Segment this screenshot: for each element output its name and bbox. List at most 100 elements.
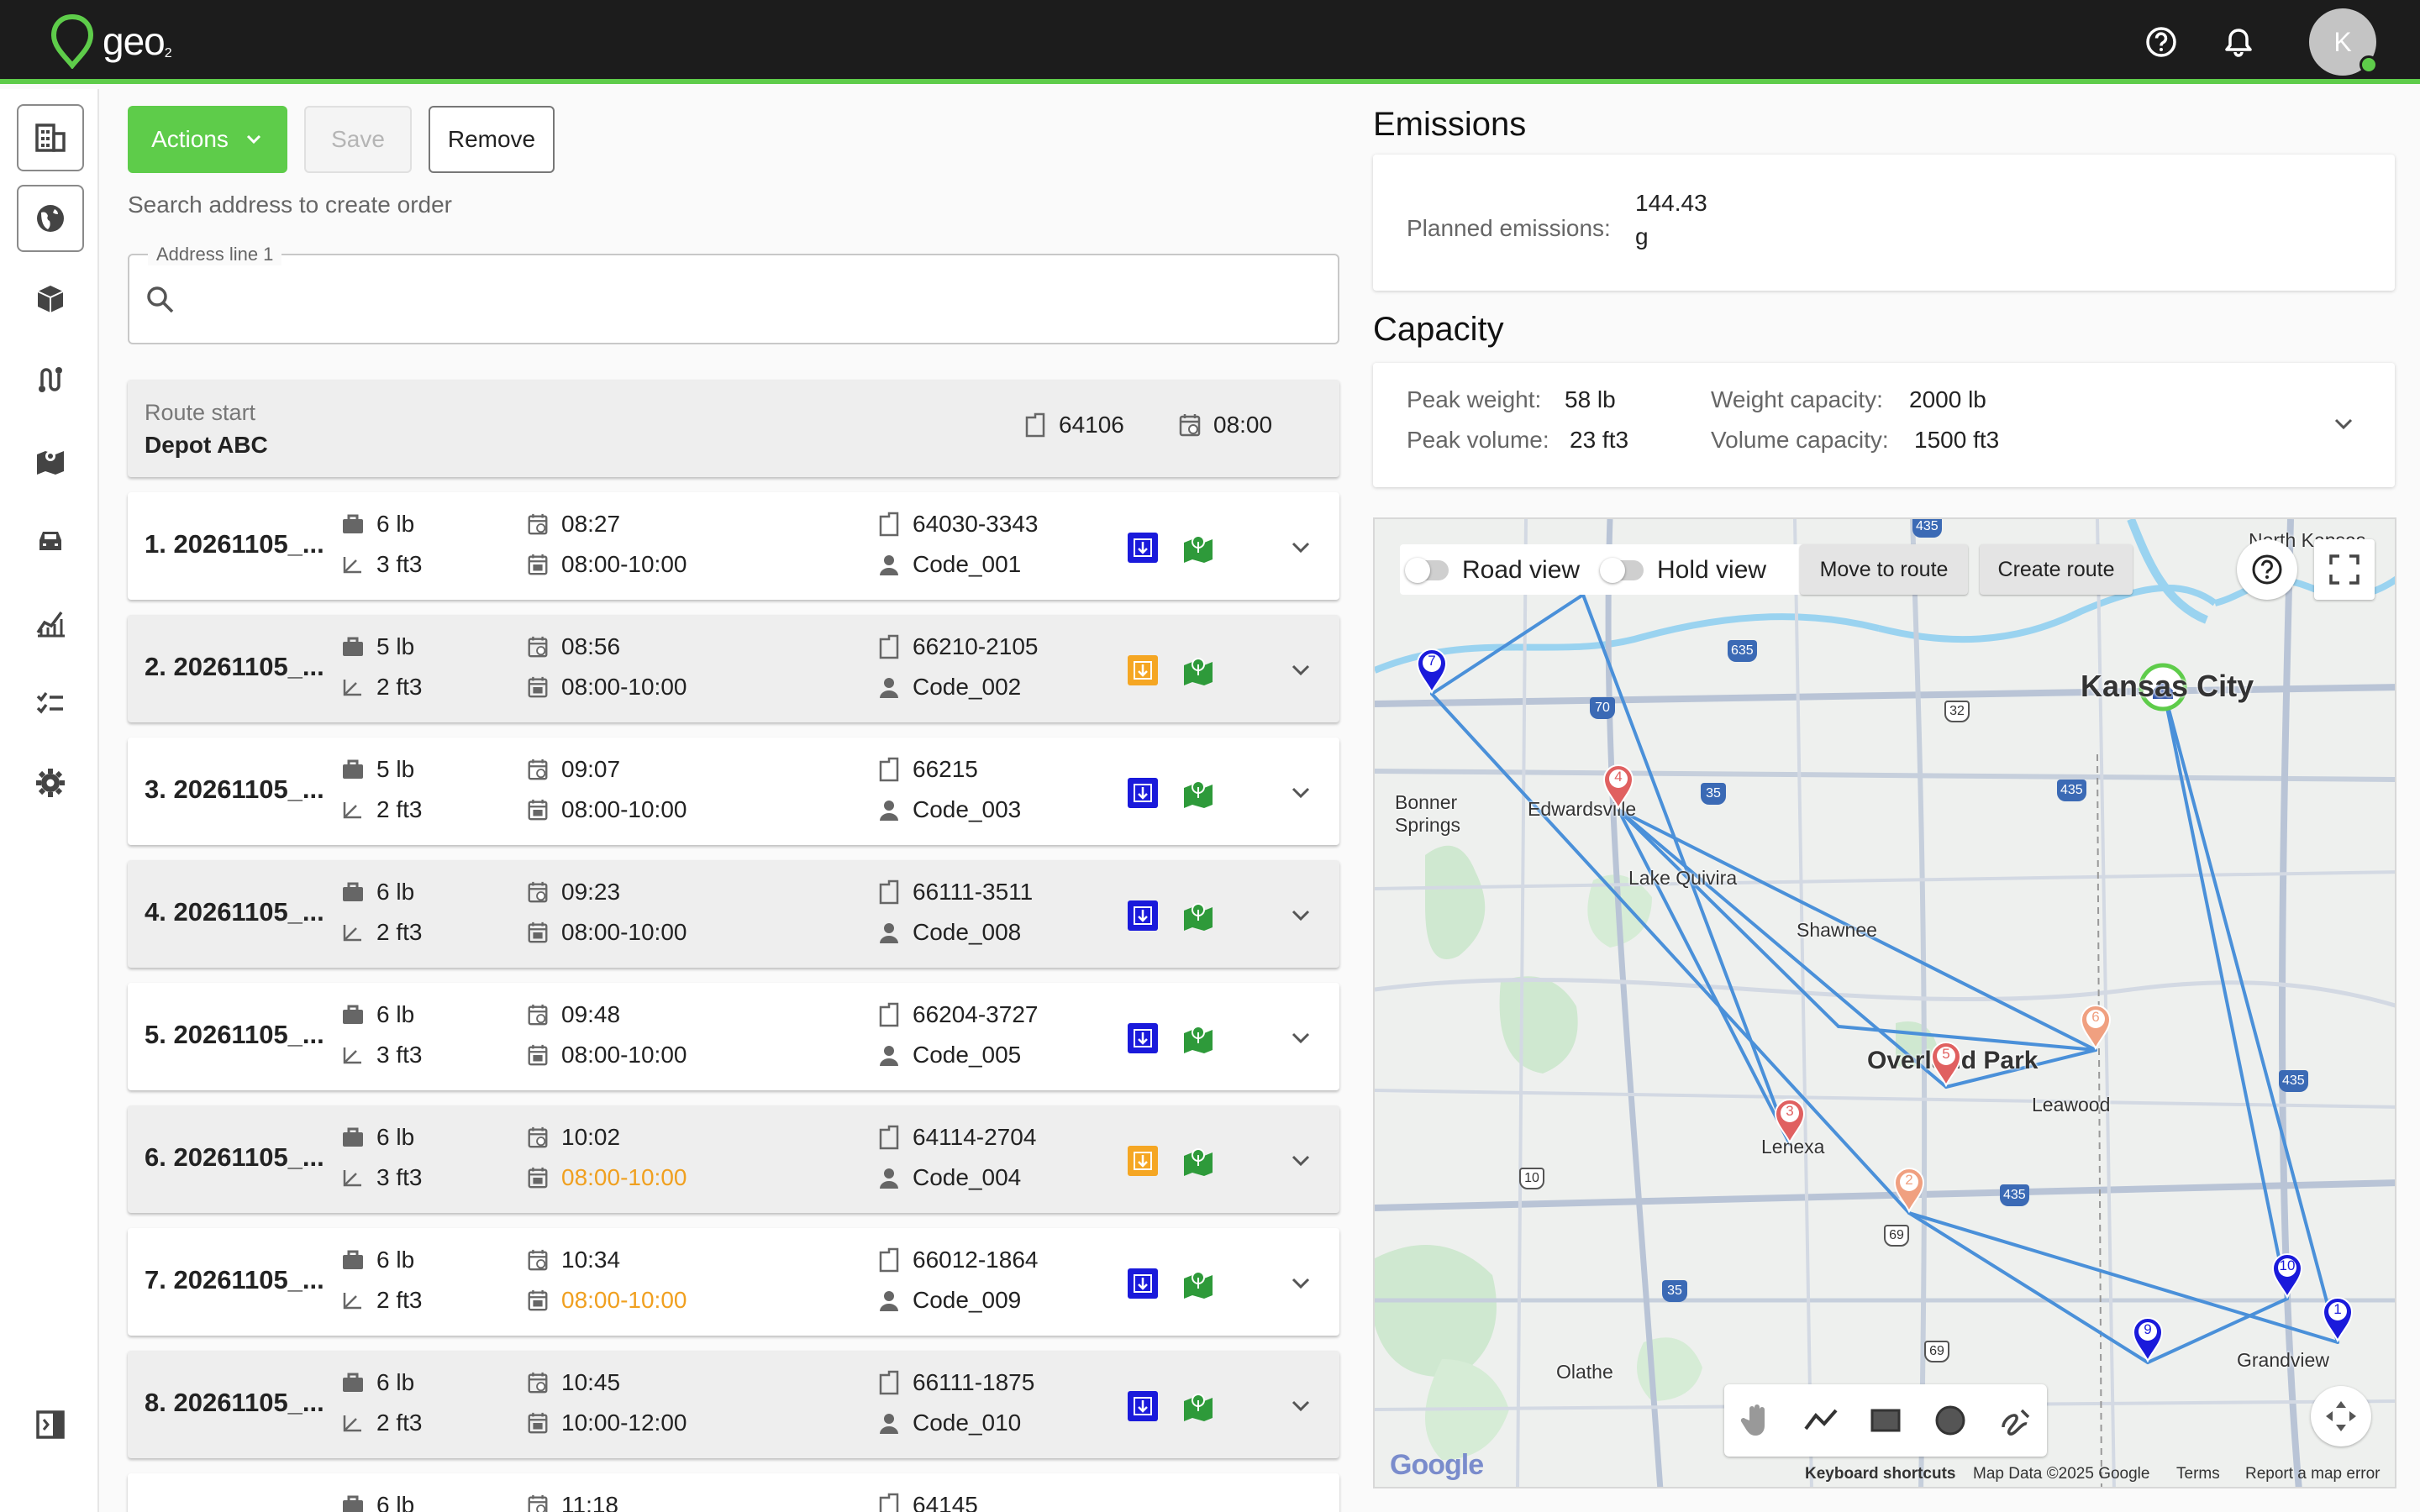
freehand-draw-icon[interactable] — [1996, 1402, 2033, 1439]
chevron-down-icon[interactable] — [1289, 1394, 1313, 1422]
building-outline-icon — [877, 512, 901, 537]
road-view-toggle[interactable]: Road view — [1405, 556, 1580, 585]
chevron-down-icon[interactable] — [1289, 1026, 1313, 1054]
stop-marker-icon[interactable]: 2 — [1892, 1166, 1926, 1213]
emissions-title: Emissions — [1373, 106, 1527, 143]
fullscreen-icon[interactable] — [2314, 539, 2375, 600]
vehicle-icon[interactable] — [17, 507, 84, 575]
report-map-error-link[interactable]: Report a map error — [2245, 1465, 2381, 1483]
stop-code: Code_005 — [877, 1042, 1021, 1068]
show-on-map-icon[interactable] — [1181, 1389, 1215, 1427]
stop-title[interactable]: 6. 20261105_... — [145, 1142, 324, 1173]
stop-weight: 6 lb — [341, 1369, 414, 1396]
create-route-button[interactable]: Create route — [1980, 544, 2133, 595]
pan-control-icon[interactable] — [2311, 1386, 2371, 1446]
help-icon[interactable] — [2139, 20, 2183, 64]
stop-row[interactable]: 8. 20261105_... 6 lb 2 ft3 10:45 10:00-12:00… — [128, 1351, 1339, 1458]
stop-marker-icon[interactable]: 7 — [1415, 647, 1449, 694]
chevron-down-icon[interactable] — [1289, 1272, 1313, 1299]
stop-row[interactable]: 2. 20261105_... 5 lb 2 ft3 08:56 08:00-10:00… — [128, 615, 1339, 722]
stop-marker-icon[interactable]: 5 — [1929, 1040, 1963, 1087]
stop-postal: 66210-2105 — [877, 633, 1038, 660]
hand-pan-icon[interactable] — [1738, 1402, 1775, 1439]
chevron-down-icon[interactable] — [2331, 412, 2356, 437]
planned-emissions-value: 144.43 g — [1635, 186, 1736, 254]
actions-button[interactable]: Actions — [128, 106, 287, 173]
polyline-draw-icon[interactable] — [1802, 1402, 1839, 1439]
stop-row[interactable]: 7. 20261105_... 6 lb 2 ft3 10:34 08:00-10:00… — [128, 1228, 1339, 1336]
stop-postal: 66204-3727 — [877, 1001, 1038, 1028]
stop-postal-value: 64114-2704 — [913, 1124, 1037, 1150]
chevron-down-icon[interactable] — [1289, 781, 1313, 809]
stop-row[interactable]: 5. 20261105_... 6 lb 3 ft3 09:48 08:00-10:00… — [128, 983, 1339, 1090]
settings-gear-icon[interactable] — [17, 749, 84, 816]
help-icon[interactable] — [2237, 539, 2297, 600]
globe-icon[interactable] — [17, 185, 84, 252]
show-on-map-icon[interactable] — [1181, 1144, 1215, 1182]
peak-weight-label: Peak weight: — [1407, 386, 1542, 412]
move-to-route-button[interactable]: Move to route — [1800, 544, 1968, 595]
chevron-down-icon[interactable] — [1289, 904, 1313, 932]
geo-pin-logo-icon — [50, 13, 94, 69]
calendar-clock-icon — [526, 1126, 550, 1149]
show-on-map-icon[interactable] — [1181, 776, 1215, 814]
analytics-chart-icon[interactable] — [17, 588, 84, 655]
show-on-map-icon[interactable] — [1181, 654, 1215, 691]
terms-link[interactable]: Terms — [2176, 1465, 2220, 1483]
save-button[interactable]: Save — [304, 106, 412, 173]
briefcase-weight-icon — [341, 1126, 365, 1149]
stop-title[interactable]: 5. 20261105_... — [145, 1020, 324, 1050]
stop-title[interactable]: 8. 20261105_... — [145, 1388, 324, 1418]
show-on-map-icon[interactable] — [1181, 1267, 1215, 1305]
stop-marker-icon[interactable]: 4 — [1602, 763, 1635, 810]
address-input[interactable] — [188, 272, 1314, 326]
collapse-sidebar-icon[interactable] — [17, 1391, 84, 1458]
stop-row[interactable]: 6. 20261105_... 6 lb 3 ft3 10:02 08:00-10:00… — [128, 1105, 1339, 1213]
stop-title[interactable]: 2. 20261105_... — [145, 652, 324, 682]
stop-marker-icon[interactable]: 10 — [2270, 1252, 2304, 1299]
keyboard-shortcuts-link[interactable]: Keyboard shortcuts — [1805, 1465, 1955, 1483]
stop-row[interactable]: 6 lb 11:18 64145 — [128, 1473, 1339, 1512]
stop-marker-icon[interactable]: 1 — [2321, 1295, 2354, 1342]
chevron-down-icon[interactable] — [1289, 659, 1313, 686]
route-map[interactable]: North Kansas City Kansas City Bonner Spr… — [1373, 517, 2396, 1488]
stop-postal-value: 64030-3343 — [913, 511, 1039, 537]
stop-title[interactable]: 3. 20261105_... — [145, 774, 324, 805]
chevron-down-icon[interactable] — [1289, 536, 1313, 564]
stop-time-window: 08:00-10:00 — [526, 674, 687, 701]
stop-type-badge-icon — [1128, 1023, 1158, 1053]
hold-view-switch[interactable] — [1600, 558, 1644, 583]
route-icon[interactable] — [17, 346, 84, 413]
show-on-map-icon[interactable] — [1181, 531, 1215, 569]
stop-row[interactable]: 4. 20261105_... 6 lb 2 ft3 09:23 08:00-10:00… — [128, 860, 1339, 968]
route-start-card[interactable]: Route start Depot ABC 64106 08:00 — [128, 380, 1339, 477]
chevron-down-icon[interactable] — [1289, 1149, 1313, 1177]
map-pin-icon[interactable] — [17, 427, 84, 494]
address-field[interactable]: Address line 1 — [128, 244, 1339, 344]
stop-title[interactable]: 1. 20261105_... — [145, 529, 324, 559]
hold-view-toggle[interactable]: Hold view — [1600, 556, 1766, 585]
stop-marker-icon[interactable]: 6 — [2079, 1003, 2112, 1050]
show-on-map-icon[interactable] — [1181, 899, 1215, 937]
user-avatar[interactable]: K — [2309, 8, 2378, 76]
stop-marker-icon[interactable]: 9 — [2131, 1315, 2165, 1362]
capacity-card[interactable]: Peak weight: 58 lb Peak volume: 23 ft3 W… — [1373, 363, 2395, 487]
stop-row[interactable]: 3. 20261105_... 5 lb 2 ft3 09:07 08:00-10:00… — [128, 738, 1339, 845]
package-icon[interactable] — [17, 265, 84, 333]
stop-row[interactable]: 1. 20261105_... 6 lb 3 ft3 08:27 08:00-10:00… — [128, 492, 1339, 600]
stop-marker-number: 5 — [1942, 1046, 1950, 1062]
app-logo[interactable]: geo 2 — [49, 13, 172, 69]
stop-title[interactable]: 4. 20261105_... — [145, 897, 324, 927]
stop-title[interactable]: 7. 20261105_... — [145, 1265, 324, 1295]
rectangle-draw-icon[interactable] — [1867, 1402, 1904, 1439]
bell-icon[interactable] — [2217, 20, 2260, 64]
buildings-icon[interactable] — [17, 104, 84, 171]
remove-button[interactable]: Remove — [429, 106, 555, 173]
circle-draw-icon[interactable] — [1932, 1402, 1969, 1439]
stop-marker-number: 9 — [2144, 1321, 2152, 1337]
show-on-map-icon[interactable] — [1181, 1021, 1215, 1059]
stop-marker-icon[interactable]: 3 — [1773, 1097, 1807, 1144]
road-view-switch[interactable] — [1405, 558, 1449, 583]
checklist-icon[interactable] — [17, 669, 84, 736]
stop-code-value: Code_009 — [913, 1287, 1022, 1313]
